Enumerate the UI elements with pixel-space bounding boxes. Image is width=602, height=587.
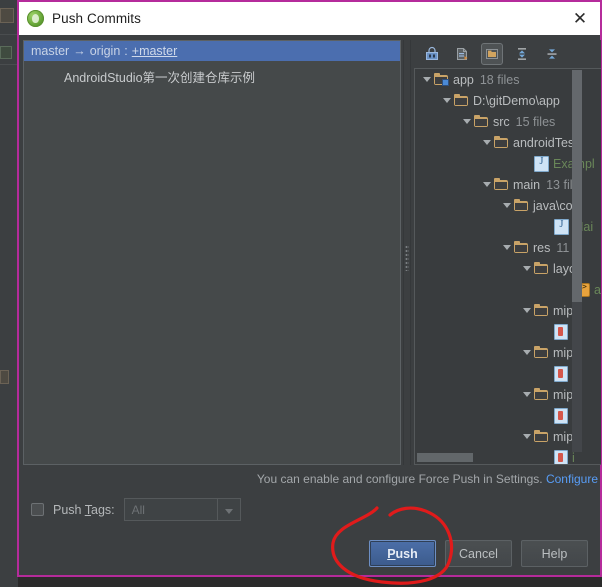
- folder-icon: [474, 115, 489, 128]
- file-tree-row-label: D:\gitDemo\app: [473, 93, 560, 108]
- push-button-label: ush: [395, 546, 418, 561]
- background-gutter-chip: [0, 370, 9, 384]
- commit-branch-header-row[interactable]: master → origin : +master: [24, 41, 400, 61]
- push-tags-checkbox[interactable]: [31, 503, 44, 516]
- file-tree-row-label: src: [493, 114, 510, 129]
- push-tags-label-before: Push: [53, 502, 85, 517]
- push-tags-label: Push Tags:: [53, 503, 115, 517]
- push-commits-dialog: Push Commits ✕ master → origin : +master…: [17, 0, 602, 577]
- commit-message: AndroidStudio第一次创建仓库示例: [64, 71, 256, 85]
- commit-remote-name: origin: [89, 44, 121, 58]
- folder-icon: [534, 388, 549, 401]
- collapse-all-icon[interactable]: [541, 43, 563, 65]
- background-divider-2: [0, 64, 18, 65]
- chevron-down-icon: [224, 509, 233, 514]
- group-by-repository-icon[interactable]: [481, 43, 503, 65]
- dropdown-separator: [216, 499, 218, 520]
- group-by-directory-icon[interactable]: [421, 43, 443, 65]
- commit-target-branch-link[interactable]: +master: [132, 44, 178, 58]
- push-button[interactable]: Push: [369, 540, 436, 567]
- push-button-mnemonic: P: [387, 546, 396, 561]
- push-tags-dropdown-value: All: [131, 502, 145, 517]
- file-tree-row-label: app: [453, 72, 474, 87]
- background-ide-strip: [0, 0, 18, 587]
- force-push-hint: You can enable and configure Force Push …: [257, 472, 598, 486]
- folder-icon: [514, 199, 529, 212]
- png-file-icon: [554, 407, 568, 424]
- file-tree-row-label: a: [594, 282, 601, 297]
- tree-vertical-scrollbar-thumb[interactable]: [572, 70, 582, 302]
- tree-horizontal-scrollbar-thumb[interactable]: [417, 453, 473, 462]
- folder-module-icon: [434, 73, 449, 86]
- configure-link[interactable]: Configure: [546, 472, 598, 486]
- chevron-down-icon[interactable]: [519, 308, 534, 313]
- cancel-button[interactable]: Cancel: [445, 540, 512, 567]
- file-tree-row-label: i: [572, 450, 575, 465]
- commit-message-row[interactable]: AndroidStudio第一次创建仓库示例: [24, 61, 400, 86]
- help-button[interactable]: Help: [521, 540, 588, 567]
- dialog-titlebar: Push Commits ✕: [19, 2, 600, 36]
- file-tree-row-count: 11: [556, 240, 570, 255]
- dialog-body: master → origin : +master AndroidStudio第…: [19, 35, 601, 575]
- png-file-icon: [554, 449, 568, 464]
- chevron-down-icon[interactable]: [479, 140, 494, 145]
- file-tree[interactable]: app 18 files D:\gitDemo\app src 15 files andr…: [414, 68, 601, 465]
- arrow-right-icon: →: [73, 44, 86, 58]
- folder-icon: [494, 136, 509, 149]
- folder-icon: [534, 346, 549, 359]
- folder-icon: [534, 304, 549, 317]
- chevron-down-icon[interactable]: [519, 392, 534, 397]
- android-studio-icon: [27, 10, 44, 27]
- force-push-hint-text: You can enable and configure Force Push …: [256, 472, 543, 486]
- expand-all-icon[interactable]: [511, 43, 533, 65]
- chevron-down-icon[interactable]: [419, 77, 434, 82]
- folder-icon: [534, 430, 549, 443]
- folder-icon: [454, 94, 469, 107]
- tree-toolbar: [414, 40, 601, 68]
- png-file-icon: [554, 323, 568, 340]
- push-tags-dropdown[interactable]: All: [123, 498, 241, 521]
- chevron-down-icon[interactable]: [519, 350, 534, 355]
- file-tree-row-count: 13 fil: [546, 177, 573, 192]
- splitter-grip-icon: [405, 245, 409, 271]
- commits-list-panel[interactable]: master → origin : +master AndroidStudio第…: [23, 40, 401, 465]
- file-tree-row-label: java\co: [533, 198, 573, 213]
- screen: Push Commits ✕ master → origin : +master…: [0, 0, 602, 587]
- background-divider: [0, 34, 18, 35]
- chevron-down-icon[interactable]: [439, 98, 454, 103]
- changed-files-panel: app 18 files D:\gitDemo\app src 15 files andr…: [414, 40, 601, 465]
- chevron-down-icon[interactable]: [479, 182, 494, 187]
- push-tags-label-after: ags:: [91, 502, 115, 517]
- dialog-title: Push Commits: [52, 11, 141, 26]
- file-tree-row-label: res: [533, 240, 551, 255]
- chevron-down-icon[interactable]: [519, 434, 534, 439]
- dialog-action-buttons: Push Cancel Help: [369, 540, 588, 567]
- file-tree-row-label: main: [513, 177, 541, 192]
- folder-icon: [494, 178, 509, 191]
- java-file-icon: [554, 218, 569, 235]
- background-toolbar-chip: [0, 8, 14, 23]
- background-tab-chip: [0, 46, 12, 59]
- group-by-module-icon[interactable]: [451, 43, 473, 65]
- chevron-down-icon[interactable]: [459, 119, 474, 124]
- panel-splitter[interactable]: [403, 40, 411, 465]
- file-tree-row-count: 15 files: [515, 114, 556, 129]
- chevron-down-icon[interactable]: [499, 245, 514, 250]
- push-tags-row: Push Tags: All: [31, 498, 241, 521]
- chevron-down-icon[interactable]: [499, 203, 514, 208]
- file-tree-row-label: androidTes: [513, 135, 575, 150]
- java-file-icon: [534, 155, 549, 172]
- commit-separator: :: [124, 44, 128, 58]
- png-file-icon: [554, 365, 568, 382]
- close-icon[interactable]: ✕: [569, 8, 591, 30]
- file-tree-row-count: 18 files: [479, 72, 520, 87]
- folder-icon: [534, 262, 549, 275]
- chevron-down-icon[interactable]: [519, 266, 534, 271]
- commit-source-branch: master: [31, 44, 70, 58]
- folder-icon: [514, 241, 529, 254]
